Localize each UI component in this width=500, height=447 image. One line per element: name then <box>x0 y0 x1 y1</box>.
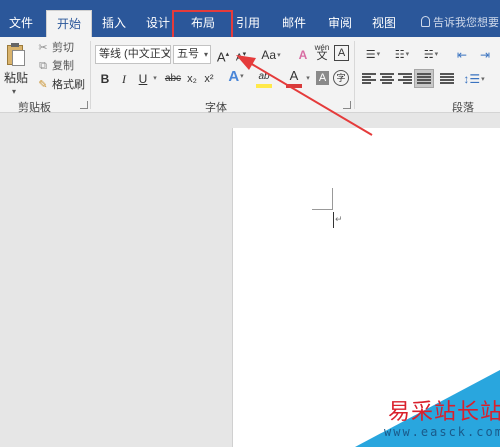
lightbulb-icon <box>421 16 430 27</box>
bold-button[interactable]: B <box>98 70 112 88</box>
tab-insert[interactable]: 插入 <box>97 10 131 37</box>
shrink-font-button[interactable]: A▾ <box>234 46 248 64</box>
shrink-font-icon: A <box>235 52 243 64</box>
paste-dropdown-icon[interactable]: ▾ <box>12 87 16 96</box>
font-color-dropdown-icon[interactable]: ▾ <box>303 70 313 88</box>
bullets-button[interactable]: ☰▾ <box>360 46 386 64</box>
chevron-down-icon: ▾ <box>203 50 208 59</box>
character-shading-button[interactable]: A <box>316 71 329 85</box>
tab-mailings[interactable]: 邮件 <box>277 10 311 37</box>
tab-view[interactable]: 视图 <box>367 10 401 37</box>
paste-icon[interactable] <box>5 43 27 67</box>
font-size-combo[interactable]: 五号 ▾ <box>173 45 211 64</box>
justify-icon[interactable] <box>417 73 431 85</box>
watermark-url: www.easck.com <box>384 425 500 439</box>
multilevel-list-button[interactable]: ☵▾ <box>418 46 444 64</box>
character-border-button[interactable]: A <box>334 45 349 61</box>
phonetic-guide-button[interactable]: wén 文 <box>314 43 330 65</box>
multilevel-list-icon: ☵ <box>423 49 434 61</box>
clipboard-group-label: 剪贴板 <box>18 102 51 114</box>
ribbon-home: 粘贴 ▾ ✂ 剪切 ⧉ 复制 ✎ 格式刷 剪贴板 等线 (中文正文 ▾ 五号 ▾ A▴ A… <box>0 37 500 114</box>
font-color-button[interactable]: A <box>286 68 302 88</box>
line-spacing-icon: ↕☰ <box>463 72 481 86</box>
border-char-icon: A <box>337 47 346 59</box>
format-painter-button[interactable]: ✎ 格式刷 <box>36 77 85 93</box>
superscript-button[interactable]: x² <box>202 70 216 88</box>
font-name-combo[interactable]: 等线 (中文正文 ▾ <box>95 45 171 64</box>
margin-corner-mark <box>332 188 333 209</box>
chevron-down-icon: ▾ <box>163 50 168 59</box>
phonetic-char: 文 <box>316 50 328 62</box>
font-color-icon: A <box>289 68 299 83</box>
font-launcher-icon[interactable] <box>343 101 351 109</box>
font-group-label: 字体 <box>205 102 227 114</box>
paste-button-label[interactable]: 粘贴 <box>4 69 28 86</box>
subscript-button[interactable]: x₂ <box>185 70 199 88</box>
align-left-icon[interactable] <box>362 73 376 85</box>
grow-font-icon: A <box>216 49 226 65</box>
line-spacing-button[interactable]: ↕☰▾ <box>460 70 488 88</box>
watermark-logo-text: 易采站长站 <box>388 400 500 425</box>
change-case-icon: Aa <box>261 48 277 62</box>
tab-design[interactable]: 设计 <box>141 10 175 37</box>
clipboard-launcher-icon[interactable] <box>80 101 88 109</box>
brush-icon: ✎ <box>38 79 48 91</box>
align-center-icon[interactable] <box>380 73 394 85</box>
text-cursor <box>333 212 334 228</box>
copy-icon: ⧉ <box>39 60 47 72</box>
copy-label: 复制 <box>52 60 74 72</box>
enclose-icon: 字 <box>336 73 346 83</box>
font-size-value: 五号 <box>177 48 199 60</box>
format-painter-label: 格式刷 <box>52 79 85 91</box>
strikethrough-button[interactable]: abc <box>163 70 183 88</box>
title-strip <box>0 0 500 8</box>
change-case-button[interactable]: Aa▾ <box>258 46 284 64</box>
tab-references[interactable]: 引用 <box>231 10 265 37</box>
outdent-icon: ⇤ <box>456 48 468 62</box>
shading-icon: A <box>318 72 327 84</box>
eraser-icon: A <box>298 48 308 62</box>
group-separator <box>354 41 355 109</box>
highlight-button[interactable]: ab <box>256 68 272 88</box>
tell-me-box[interactable]: 告诉我您想要 <box>421 10 499 36</box>
copy-button[interactable]: ⧉ 复制 <box>36 58 74 74</box>
align-right-icon[interactable] <box>398 73 412 85</box>
tab-file[interactable]: 文件 <box>4 10 38 37</box>
numbering-button[interactable]: ☷▾ <box>389 46 415 64</box>
cut-button[interactable]: ✂ 剪切 <box>36 40 74 56</box>
clear-format-button[interactable]: A <box>296 46 310 64</box>
decrease-indent-button[interactable]: ⇤ <box>452 46 472 64</box>
tab-review[interactable]: 审阅 <box>323 10 357 37</box>
indent-icon: ⇥ <box>479 48 491 62</box>
underline-dropdown-icon[interactable]: ▾ <box>150 70 160 88</box>
text-effects-button[interactable]: A▾ <box>228 68 244 86</box>
tab-home[interactable]: 开始 <box>46 10 92 37</box>
numbered-list-icon: ☷ <box>394 49 405 61</box>
grow-font-button[interactable]: A▴ <box>216 46 230 64</box>
ribbon-tab-bar: 文件 开始 插入 设计 布局 引用 邮件 审阅 视图 告诉我您想要 <box>0 0 500 37</box>
paragraph-mark: ↵ <box>335 214 343 224</box>
cut-label: 剪切 <box>52 42 74 54</box>
scissors-icon: ✂ <box>38 42 48 54</box>
group-separator <box>90 41 91 109</box>
distributed-icon[interactable] <box>440 73 454 85</box>
paragraph-group-label: 段落 <box>452 102 474 114</box>
margin-corner-mark <box>312 209 333 210</box>
text-effects-icon: A <box>228 68 240 85</box>
highlighter-icon: ab <box>258 71 270 82</box>
font-name-value: 等线 (中文正文 <box>99 48 171 60</box>
enclose-characters-button[interactable]: 字 <box>333 70 349 86</box>
underline-button[interactable]: U <box>136 70 150 88</box>
tell-me-text: 告诉我您想要 <box>433 17 499 29</box>
italic-button[interactable]: I <box>117 70 131 88</box>
bullet-list-icon: ☰ <box>365 49 376 61</box>
increase-indent-button[interactable]: ⇥ <box>475 46 495 64</box>
